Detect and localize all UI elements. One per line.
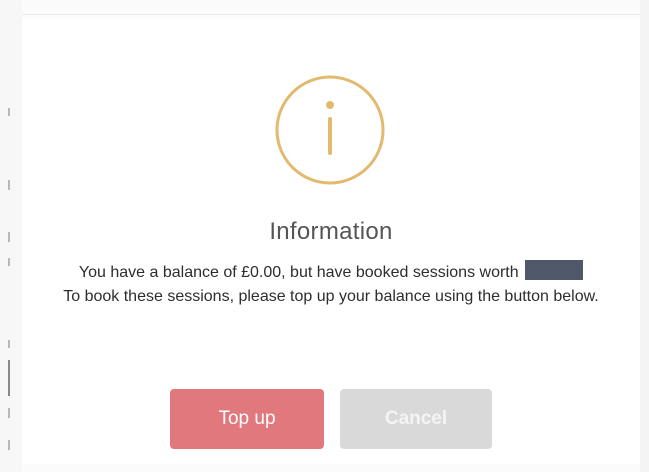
dialog-title: Information [269,218,393,245]
backdrop-right-edge [640,0,649,472]
redacted-amount [525,260,584,280]
backdrop-text-fragment [8,408,10,418]
dialog-message: You have a balance of £0.00, but have bo… [36,260,626,309]
backdrop-text-fragment [8,180,10,190]
message-line-2: To book these sessions, please top up yo… [63,288,599,305]
top-up-button[interactable]: Top up [170,389,324,449]
info-circle-icon [275,75,385,185]
backdrop-text-fragment [8,360,10,396]
backdrop-left-strip [0,0,22,472]
cancel-button[interactable]: Cancel [340,389,492,449]
backdrop-top-line [22,14,642,15]
backdrop-text-fragment [8,232,10,242]
backdrop-text-fragment [8,440,10,450]
backdrop-text-fragment [8,340,10,348]
backdrop-text-fragment [8,258,10,266]
information-dialog: Information You have a balance of £0.00,… [22,18,640,464]
backdrop-text-fragment [8,108,10,116]
message-line-1: You have a balance of £0.00, but have bo… [78,264,519,281]
